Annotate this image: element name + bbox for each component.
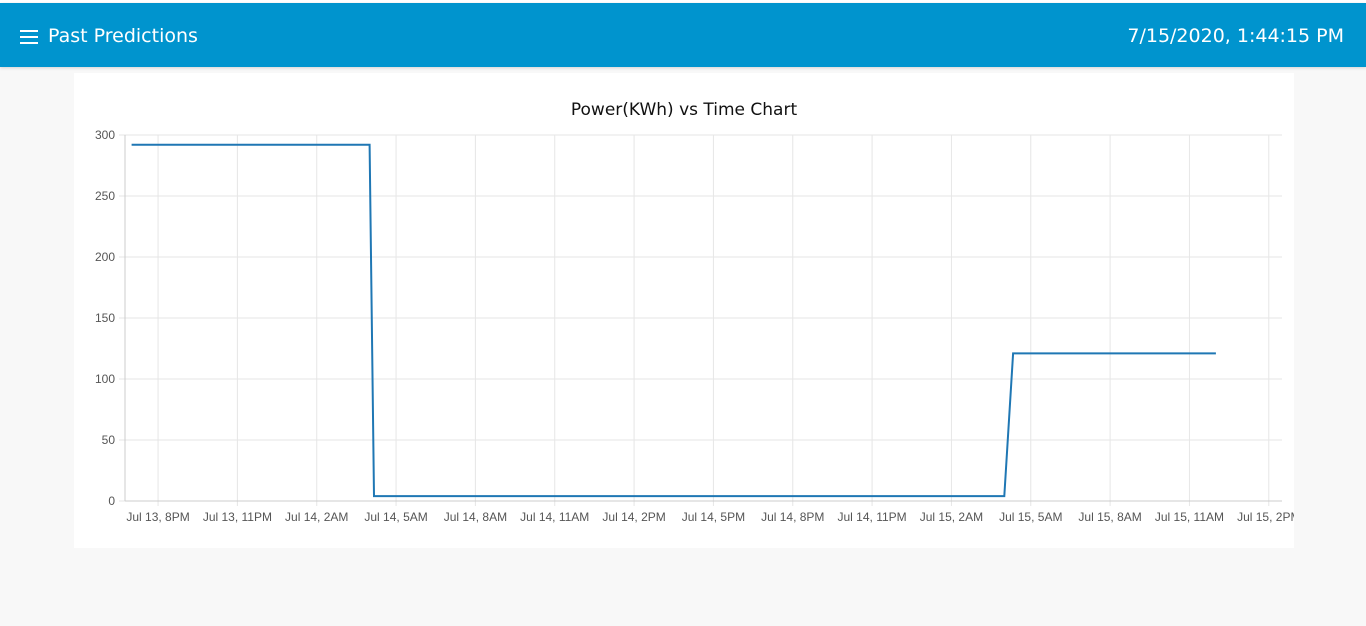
app-header: Past Predictions 7/15/2020, 1:44:15 PM xyxy=(0,3,1366,67)
x-tick-label: Jul 14, 8PM xyxy=(761,510,824,524)
chart-grid xyxy=(119,134,1282,506)
y-axis-ticks: 0 50 100 150 200 250 300 xyxy=(95,128,115,508)
y-tick-label: 50 xyxy=(102,433,116,447)
x-tick-label: Jul 15, 2AM xyxy=(920,510,983,524)
x-tick-label: Jul 15, 11AM xyxy=(1155,510,1224,524)
y-tick-label: 100 xyxy=(95,372,115,386)
x-axis-ticks: Jul 13, 8PM Jul 13, 11PM Jul 14, 2AM Jul 14… xyxy=(126,510,1294,524)
chart-title: Power(KWh) vs Time Chart xyxy=(571,100,798,120)
x-tick-label: Jul 15, 5AM xyxy=(999,510,1062,524)
series-line xyxy=(131,143,1216,498)
x-tick-label: Jul 14, 11PM xyxy=(838,510,907,524)
x-tick-label: Jul 14, 8AM xyxy=(444,510,507,524)
hamburger-menu-icon[interactable] xyxy=(14,23,42,51)
y-tick-label: 250 xyxy=(95,189,115,203)
chart-series xyxy=(131,143,1216,498)
power-chart: Power(KWh) vs Time Chart 0 50 100 150 200 250… xyxy=(95,100,1294,524)
y-tick-label: 300 xyxy=(95,128,115,142)
y-tick-label: 0 xyxy=(108,494,115,508)
x-tick-label: Jul 14, 5PM xyxy=(682,510,745,524)
x-tick-label: Jul 14, 5AM xyxy=(364,510,427,524)
clock-timestamp: 7/15/2020, 1:44:15 PM xyxy=(1127,25,1344,47)
x-tick-label: Jul 14, 2PM xyxy=(602,510,665,524)
x-tick-label: Jul 14, 11AM xyxy=(520,510,589,524)
x-tick-label: Jul 15, 8AM xyxy=(1078,510,1141,524)
x-tick-label: Jul 13, 11PM xyxy=(203,510,272,524)
y-tick-label: 150 xyxy=(95,311,115,325)
x-tick-label: Jul 15, 2PM xyxy=(1237,510,1294,524)
y-tick-label: 200 xyxy=(95,250,115,264)
x-tick-label: Jul 13, 8PM xyxy=(126,510,189,524)
x-tick-label: Jul 14, 2AM xyxy=(285,510,348,524)
page-title: Past Predictions xyxy=(48,25,198,47)
